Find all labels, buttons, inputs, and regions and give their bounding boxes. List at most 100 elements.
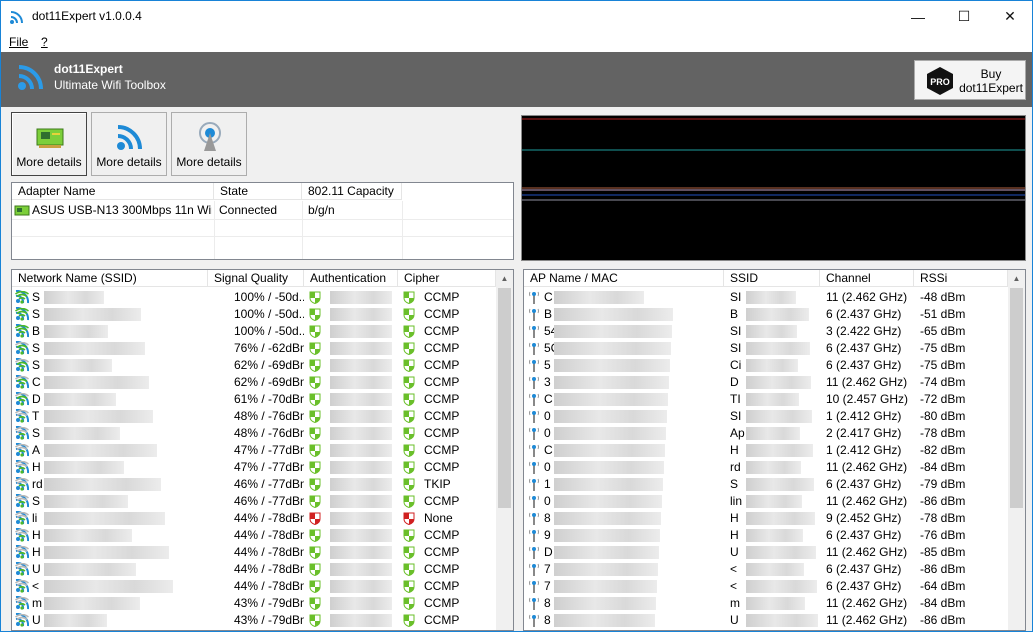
ap-row[interactable]: 8 m 11 (2.462 GHz) -84 dBm <box>524 595 1025 612</box>
ap-row[interactable]: D U 11 (2.462 GHz) -85 dBm <box>524 544 1025 561</box>
network-row[interactable]: li 44% / -78dBm None <box>12 510 513 527</box>
network-scroll-thumb[interactable] <box>498 288 511 508</box>
auth-shield-icon <box>309 325 321 338</box>
access-point-icon <box>529 342 539 355</box>
ap-scrollbar[interactable]: ▲ <box>1008 270 1025 630</box>
cipher-shield-icon <box>403 291 415 304</box>
ap-rssi: -79 dBm <box>920 477 966 491</box>
ap-row[interactable]: C TI 10 (2.457 GHz) -72 dBm <box>524 391 1025 408</box>
access-point-icon <box>529 529 539 542</box>
cipher-shield-icon <box>403 410 415 423</box>
redacted-text <box>44 444 157 457</box>
auth-shield-icon <box>309 308 321 321</box>
network-col-auth[interactable]: Authentication <box>304 270 398 287</box>
ap-row[interactable]: 0 lin 11 (2.462 GHz) -86 dBm <box>524 493 1025 510</box>
redacted-text <box>44 580 173 593</box>
redacted-text <box>554 393 668 406</box>
redacted-text <box>554 614 655 627</box>
network-row[interactable]: S 46% / -77dBm CCMP <box>12 493 513 510</box>
adapter-details-button[interactable]: More details <box>11 112 87 176</box>
network-cipher: CCMP <box>424 579 460 593</box>
ap-row[interactable]: 8 U 11 (2.462 GHz) -86 dBm <box>524 612 1025 629</box>
ap-row[interactable]: 5 Ci 6 (2.437 GHz) -75 dBm <box>524 357 1025 374</box>
signal-strength-icon <box>15 614 29 627</box>
maximize-button[interactable]: ☐ <box>941 1 987 32</box>
network-details-button[interactable]: More details <box>91 112 167 176</box>
redacted-text <box>330 478 392 491</box>
ap-col-mac[interactable]: AP Name / MAC <box>524 270 724 287</box>
network-row[interactable]: U 44% / -78dBm CCMP <box>12 561 513 578</box>
ap-scroll-thumb[interactable] <box>1010 288 1023 508</box>
network-row[interactable]: H 47% / -77dBm CCMP <box>12 459 513 476</box>
access-point-icon <box>199 122 221 151</box>
network-signal: 48% / -76dBm <box>234 409 304 423</box>
network-scrollbar[interactable]: ▲ <box>496 270 513 630</box>
ap-row[interactable]: 0 Ap 2 (2.417 GHz) -78 dBm <box>524 425 1025 442</box>
ap-details-button[interactable]: More details <box>171 112 247 176</box>
ap-row[interactable]: 1S6 (2.437 GHz) -79 dBm <box>524 476 1025 493</box>
buy-pro-button[interactable]: PRO Buy dot11Expert <box>914 60 1026 100</box>
network-row[interactable]: S 48% / -76dBm CCMP <box>12 425 513 442</box>
network-cipher: CCMP <box>424 409 460 423</box>
network-row[interactable]: m 43% / -79dBm CCMP <box>12 595 513 612</box>
ap-row[interactable]: 0rd 11 (2.462 GHz) -84 dBm <box>524 459 1025 476</box>
adapter-col-name[interactable]: Adapter Name <box>12 183 214 200</box>
network-col-signal[interactable]: Signal Quality <box>208 270 304 287</box>
network-row[interactable]: S 62% / -69dBm CCMP <box>12 357 513 374</box>
ap-row[interactable]: 0 SI 1 (2.412 GHz) -80 dBm <box>524 408 1025 425</box>
ap-row[interactable]: 8H9 (2.452 GHz) -78 dBm <box>524 510 1025 527</box>
redacted-text <box>746 308 809 321</box>
menu-help[interactable]: ? <box>41 35 48 49</box>
scroll-up-icon[interactable]: ▲ <box>496 270 513 287</box>
adapter-row[interactable]: ASUS USB-N13 300Mbps 11n Wir... Connecte… <box>12 202 513 219</box>
ap-row[interactable]: BB6 (2.437 GHz) -51 dBm <box>524 306 1025 323</box>
network-row[interactable]: S 76% / -62dBm CCMP <box>12 340 513 357</box>
redacted-text <box>746 342 810 355</box>
redacted-text <box>44 461 124 474</box>
ap-row[interactable]: 5C SI 6 (2.437 GHz) -75 dBm <box>524 340 1025 357</box>
ap-rssi: -78 dBm <box>920 511 966 525</box>
network-col-cipher[interactable]: Cipher <box>398 270 496 287</box>
network-row[interactable]: rd 46% / -77dBm TKIP <box>12 476 513 493</box>
network-row[interactable]: C 62% / -69dBm CCMP <box>12 374 513 391</box>
auth-shield-icon <box>309 546 321 559</box>
ap-rssi: -85 dBm <box>920 545 966 559</box>
menu-file[interactable]: File <box>9 35 28 49</box>
product-tagline: Ultimate Wifi Toolbox <box>54 78 166 92</box>
ap-row[interactable]: CH1 (2.412 GHz) -82 dBm <box>524 442 1025 459</box>
network-row[interactable]: H 44% / -78dBm CCMP <box>12 544 513 561</box>
cipher-shield-icon <box>403 342 415 355</box>
network-row[interactable]: D 61% / -70dBm CCMP <box>12 391 513 408</box>
scroll-up-icon[interactable]: ▲ <box>1008 270 1025 287</box>
auth-shield-icon <box>309 393 321 406</box>
ap-row[interactable]: 9H6 (2.437 GHz) -76 dBm <box>524 527 1025 544</box>
ap-row[interactable]: 7 <6 (2.437 GHz) -64 dBm <box>524 578 1025 595</box>
access-point-icon <box>529 461 539 474</box>
network-row[interactable]: B 100% / -50d... CCMP <box>12 323 513 340</box>
network-row[interactable]: <44% / -78dBm CCMP <box>12 578 513 595</box>
network-signal: 61% / -70dBm <box>234 392 304 406</box>
ap-row[interactable]: 54 SI 3 (2.422 GHz) -65 dBm <box>524 323 1025 340</box>
network-row[interactable]: U 43% / -79dBm CCMP <box>12 612 513 629</box>
adapter-col-capacity[interactable]: 802.11 Capacity <box>302 183 402 200</box>
close-button[interactable]: ✕ <box>987 1 1032 32</box>
ap-rssi: -84 dBm <box>920 460 966 474</box>
ap-row[interactable]: C SI 11 (2.462 GHz) -48 dBm <box>524 289 1025 306</box>
network-row[interactable]: S 100% / -50d... CCMP <box>12 289 513 306</box>
adapter-col-state[interactable]: State <box>214 183 302 200</box>
network-row[interactable]: S 100% / -50d... CCMP <box>12 306 513 323</box>
network-row[interactable]: T 48% / -76dBm CCMP <box>12 408 513 425</box>
ap-channel: 6 (2.437 GHz) <box>826 341 902 355</box>
ap-row[interactable]: 3 D 11 (2.462 GHz) -74 dBm <box>524 374 1025 391</box>
ap-col-ssid[interactable]: SSID <box>724 270 820 287</box>
ap-row[interactable]: 7 <6 (2.437 GHz) -86 dBm <box>524 561 1025 578</box>
minimize-button[interactable]: — <box>895 1 941 32</box>
network-signal: 76% / -62dBm <box>234 341 304 355</box>
auth-shield-icon <box>309 580 321 593</box>
ap-col-rssi[interactable]: RSSi <box>914 270 1008 287</box>
ap-col-channel[interactable]: Channel <box>820 270 914 287</box>
network-col-ssid[interactable]: Network Name (SSID) <box>12 270 208 287</box>
network-row[interactable]: A 47% / -77dBm CCMP <box>12 442 513 459</box>
network-row[interactable]: H 44% / -78dBm CCMP <box>12 527 513 544</box>
auth-shield-icon <box>309 376 321 389</box>
